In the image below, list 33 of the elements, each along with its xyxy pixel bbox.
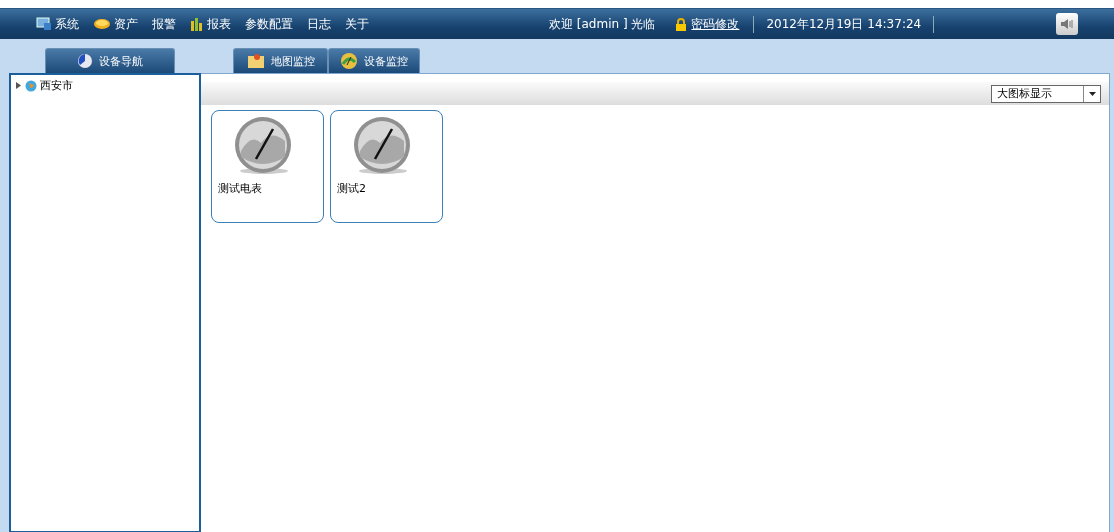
speaker-icon (1060, 18, 1074, 30)
speaker-button[interactable] (1056, 13, 1078, 35)
tab[interactable]: 设备监控 (328, 48, 420, 73)
tree-item[interactable]: 西安市 (15, 78, 195, 93)
gauge-icon (340, 52, 358, 70)
menu-item[interactable]: 资产 (93, 15, 138, 33)
menu-label: 系统 (55, 15, 79, 33)
tab[interactable]: 地图监控 (233, 48, 328, 73)
welcome-text: 欢迎 [admin ] 光临 (549, 15, 656, 33)
password-link[interactable]: 密码修改 (691, 15, 740, 33)
menu-item[interactable]: 系统 (36, 15, 79, 33)
datetime-text: 2012年12月19日 14:37:24 (753, 15, 935, 33)
map-icon (246, 53, 265, 69)
monitor-icon (36, 17, 52, 31)
menu-item[interactable]: 报警 (152, 15, 176, 33)
menu-item[interactable]: 关于 (345, 15, 369, 33)
lock-icon (675, 17, 688, 31)
menu-item[interactable]: 日志 (307, 15, 331, 33)
menu-item[interactable]: 报表 (190, 15, 231, 33)
bar-chart-icon (190, 17, 204, 31)
sidebar-tab[interactable]: 设备导航 (45, 48, 175, 73)
caret-icon (1088, 91, 1096, 96)
view-dropdown[interactable]: 大图标显示 (991, 84, 1101, 103)
menu-label: 报表 (207, 15, 231, 33)
device-name: 测试2 (337, 181, 367, 196)
globe-icon (25, 79, 37, 92)
device-card[interactable]: 测试2 (330, 110, 443, 223)
device-name: 测试电表 (218, 181, 263, 196)
menu-item[interactable]: 参数配置 (245, 15, 293, 33)
coins-icon (93, 18, 111, 30)
disc-icon (77, 53, 93, 69)
menu-label: 资产 (114, 15, 138, 33)
device-card[interactable]: 测试电表 (211, 110, 324, 223)
